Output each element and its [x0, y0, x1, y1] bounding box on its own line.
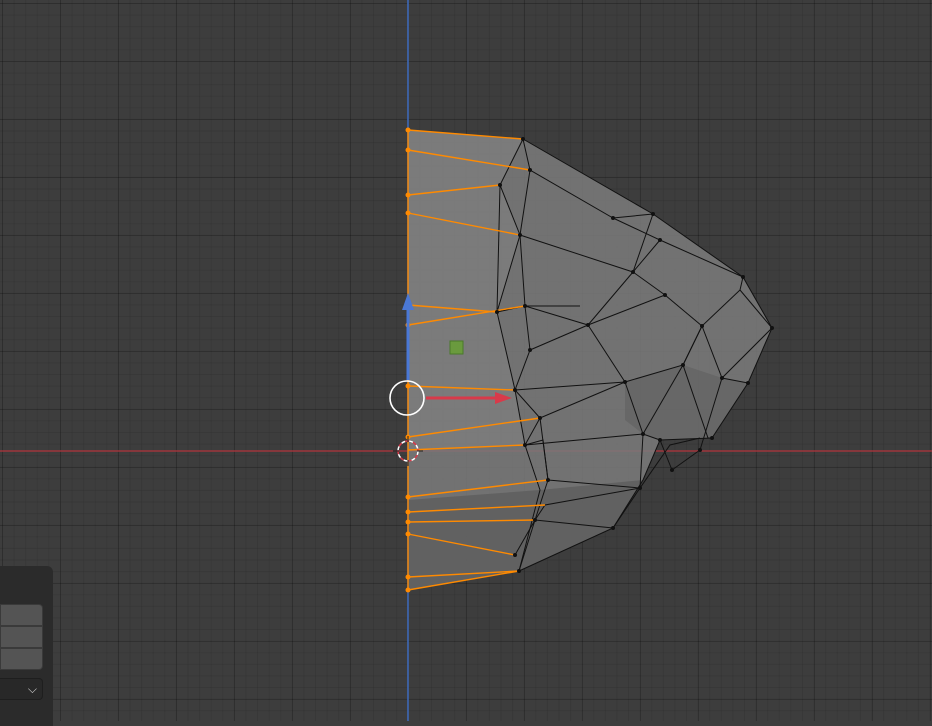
3d-viewport[interactable]: [0, 0, 932, 721]
panel-dropdown[interactable]: ⌵: [0, 678, 43, 700]
last-operation-panel[interactable]: ⌵: [0, 566, 53, 726]
panel-field-1[interactable]: [0, 604, 43, 626]
panel-field-3[interactable]: [0, 648, 43, 670]
object-origin-icon[interactable]: [449, 340, 464, 355]
chevron-down-icon: ⌵: [27, 682, 37, 696]
viewport-canvas[interactable]: [0, 0, 932, 721]
panel-field-2[interactable]: [0, 626, 43, 648]
